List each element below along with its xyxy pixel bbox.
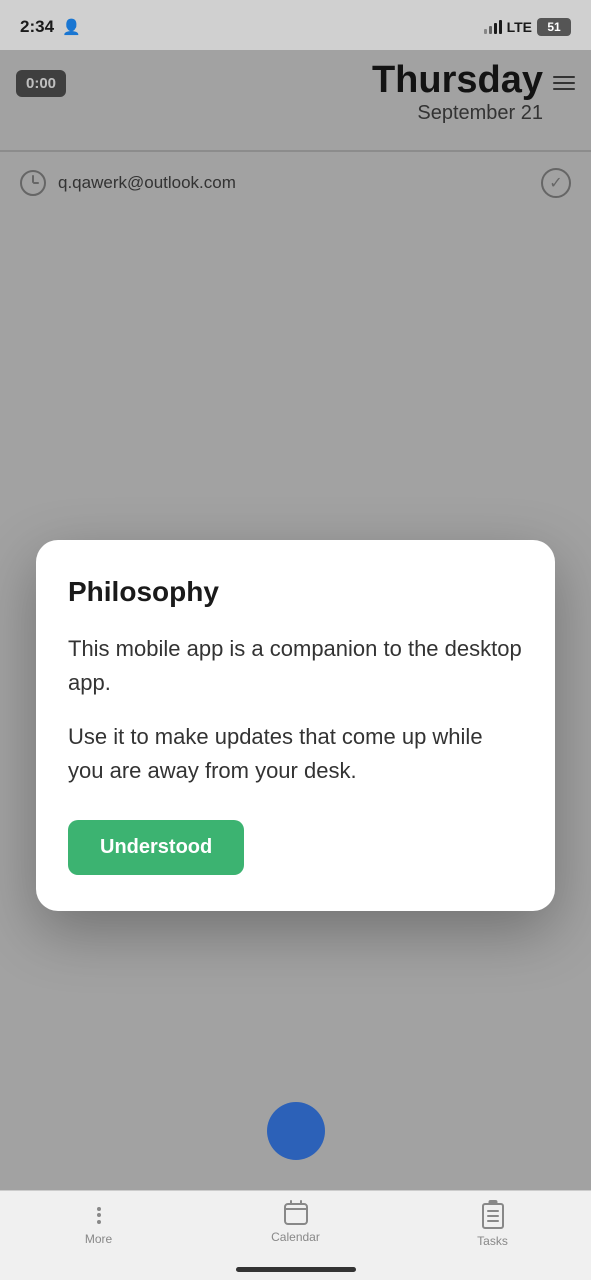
modal-body-paragraph-2: Use it to make updates that come up whil… — [68, 720, 523, 788]
tab-label-more: More — [85, 1232, 112, 1246]
tab-item-tasks[interactable]: Tasks — [394, 1203, 591, 1248]
home-indicator — [236, 1267, 356, 1272]
modal-title: Philosophy — [68, 576, 523, 608]
calendar-icon — [284, 1203, 308, 1225]
tab-item-calendar[interactable]: Calendar — [197, 1203, 394, 1244]
modal-dialog: Philosophy This mobile app is a companio… — [36, 540, 555, 911]
more-dots-icon — [97, 1203, 101, 1227]
tab-label-calendar: Calendar — [271, 1230, 320, 1244]
modal-body-paragraph-1: This mobile app is a companion to the de… — [68, 632, 523, 700]
person-icon: 👤 — [62, 18, 81, 36]
modal-body: This mobile app is a companion to the de… — [68, 632, 523, 788]
tab-item-more[interactable]: More — [0, 1203, 197, 1246]
status-right: LTE 51 — [484, 18, 571, 36]
signal-icon — [484, 20, 502, 34]
tab-label-tasks: Tasks — [477, 1234, 508, 1248]
status-bar: 2:34 👤 LTE 51 — [0, 0, 591, 50]
lte-label: LTE — [507, 19, 532, 35]
status-time-group: 2:34 👤 — [20, 17, 81, 37]
battery-icon: 51 — [537, 18, 571, 36]
tasks-icon — [482, 1203, 504, 1229]
understood-button[interactable]: Understood — [68, 820, 244, 875]
status-time: 2:34 — [20, 17, 54, 37]
